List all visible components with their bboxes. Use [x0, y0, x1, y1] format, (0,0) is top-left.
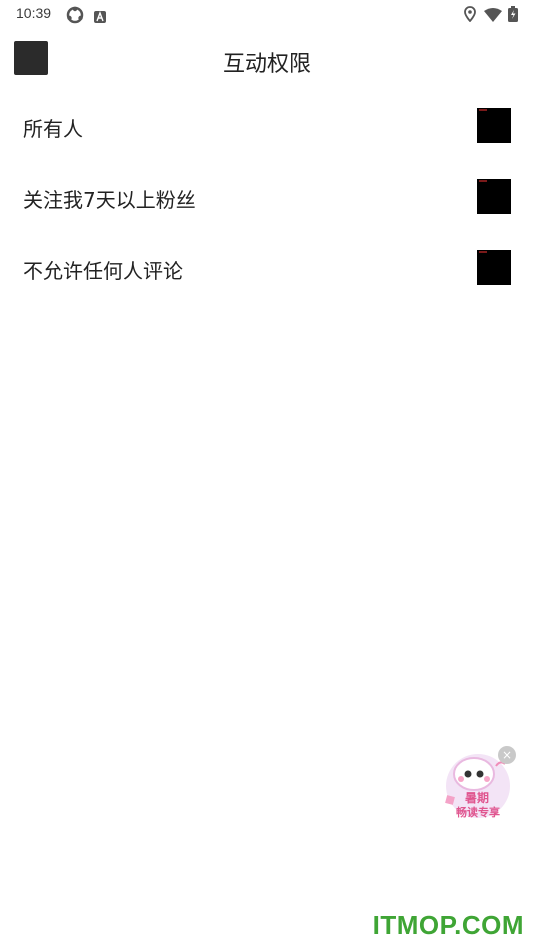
- sync-icon: [66, 6, 84, 28]
- option-everyone[interactable]: 所有人: [0, 96, 534, 156]
- a-badge-icon: [94, 8, 106, 27]
- option-label: 所有人: [23, 117, 83, 141]
- option-followers-7days[interactable]: 关注我7天以上粉丝: [0, 167, 534, 227]
- summer-promo-badge[interactable]: 暑期 畅读专享 ×: [440, 744, 518, 824]
- promo-text-line1: 暑期: [465, 790, 489, 805]
- wifi-icon: [484, 7, 502, 26]
- status-time: 10:39: [16, 5, 52, 21]
- option-label: 不允许任何人评论: [23, 259, 183, 283]
- status-bar: 10:39: [0, 0, 534, 28]
- battery-icon: [508, 6, 518, 26]
- option-select-box[interactable]: [477, 108, 511, 143]
- option-label: 关注我7天以上粉丝: [23, 188, 196, 212]
- option-select-box[interactable]: [477, 250, 511, 285]
- option-select-box[interactable]: [477, 179, 511, 214]
- watermark: ITMOP.COM: [372, 910, 524, 940]
- promo-close-button[interactable]: ×: [498, 746, 516, 764]
- app-bar: 互动权限: [0, 36, 534, 84]
- promo-text-line2: 畅读专享: [456, 805, 500, 819]
- page-title: 互动权限: [222, 52, 311, 77]
- location-icon: [464, 6, 476, 26]
- option-no-comments[interactable]: 不允许任何人评论: [0, 238, 534, 298]
